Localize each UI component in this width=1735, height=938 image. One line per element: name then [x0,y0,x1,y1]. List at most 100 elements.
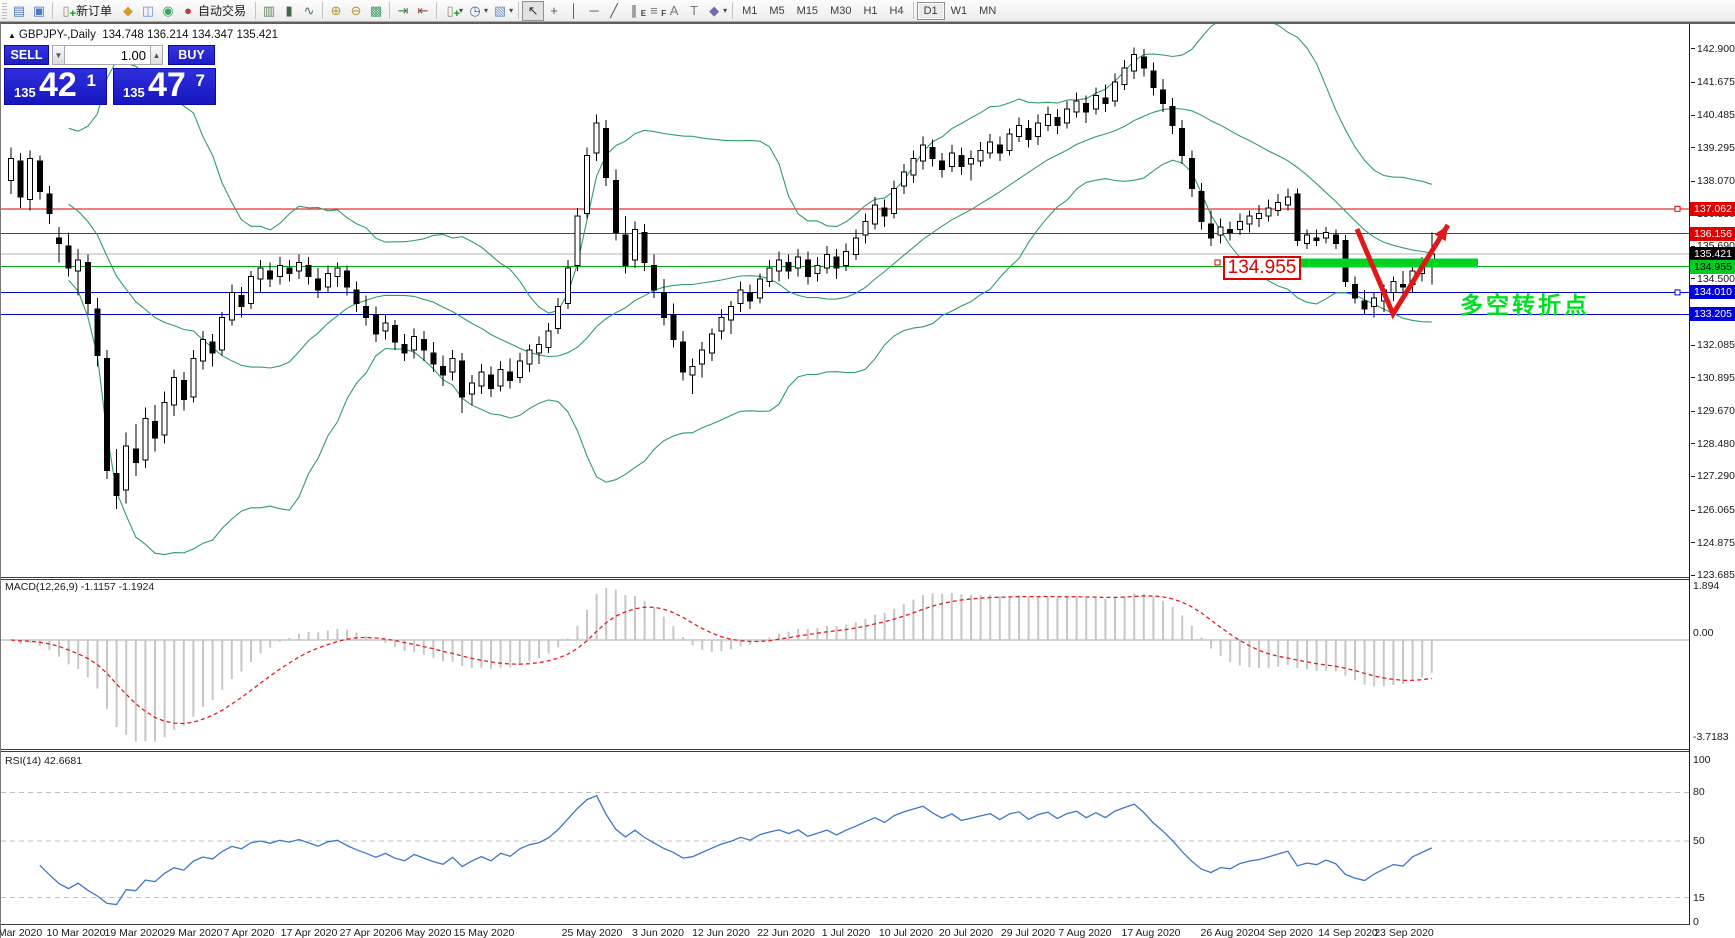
buy-price-main: 47 [148,66,186,104]
sell-button[interactable]: SELL [4,45,49,65]
new-chart-button[interactable]: ▯ + ▾ [440,1,465,21]
sell-price-pip: 1 [86,71,96,90]
profiles-clock-button[interactable]: ◷ ▾ [465,1,490,21]
autotrading-label: 自动交易 [198,4,247,18]
price-tick: 141.675 [1691,76,1735,89]
rsi-axis-label: 50 [1693,835,1705,847]
text-tool-icon: A [669,2,679,18]
buy-button[interactable]: BUY [168,45,215,65]
text-label-tool-icon: T [690,2,699,18]
zoom-out-icon: ⊖ [350,2,362,18]
volume-increase-button[interactable]: ▲ [150,45,163,65]
cursor-tool-button[interactable]: ↖ [522,0,545,21]
data-window-button[interactable]: ▣ [29,1,49,21]
rsi-label: RSI(14) 42.6681 [5,755,83,767]
chart-template-button[interactable]: ▧ ▾ [490,1,515,21]
buy-price-button[interactable]: 135 47 7 [113,66,216,105]
volume-decrease-button[interactable]: ▼ [52,45,65,65]
fibonacci-tool-button[interactable]: ≡ F [644,1,666,21]
new-order-button[interactable]: ▯ + 新订单 [56,1,118,21]
autotrading-icon: ● [184,2,192,18]
toolbar-separator [732,2,734,19]
metaeditor-button[interactable]: ◫ [138,1,158,21]
arrows-tool-button[interactable]: ◆ ▾ [704,1,729,21]
price-tick: 134.500 [1691,272,1735,285]
date-label: 12 Jun 2020 [692,927,750,938]
rsi-axis-label: 80 [1693,786,1705,799]
chart-shift-button[interactable]: ⇤ [413,1,433,21]
pane-separator-rsi[interactable] [1,749,1690,752]
chart-ohlc-values: 134.748 136.214 134.347 135.421 [102,29,279,41]
turning-point-annotation[interactable]: 多空转折点 [1460,286,1590,320]
tile-windows-button[interactable]: ▩ [366,1,386,21]
timeframe-h1-button[interactable]: H1 [857,2,883,20]
date-label: 4 Sep 2020 [1259,927,1313,938]
new-order-icon: ▯ + [62,2,76,20]
timeframe-h4-button[interactable]: H4 [884,2,910,20]
macd-axis-label: 1.894 [1693,580,1720,592]
collapse-icon[interactable]: ▲ [8,31,16,40]
price-annotation-label[interactable]: 134.955 [1223,256,1301,280]
date-label: 1 Jul 2020 [821,927,871,938]
sell-price-button[interactable]: 135 42 1 [4,66,107,105]
rsi-pane[interactable] [1,753,1689,924]
price-marker-136.156: 136.156 [1690,226,1735,241]
zoom-out-button[interactable]: ⊖ [346,1,366,21]
arrows-tool-dropdown-icon[interactable]: ▾ [723,6,727,15]
date-label: 10 Mar 2020 [46,927,106,938]
profiles-clock-icon: ◷ [469,2,481,18]
macd-pane[interactable] [1,580,1689,748]
text-label-tool-button[interactable]: T [684,1,704,21]
candlestick-mode-button[interactable]: ▮ [279,1,299,21]
timeframe-m30-button[interactable]: M30 [824,2,857,20]
date-label: 6 May 2020 [396,927,452,938]
price-chart[interactable] [1,24,1689,577]
rsi-axis-label: 100 [1693,754,1711,766]
vertical-line-tool-button[interactable]: │ [564,1,584,21]
chart-template-dropdown-icon[interactable]: ▾ [509,6,513,15]
chart-shift-icon: ⇤ [417,2,429,18]
styles-brush-button[interactable]: ◆ [118,1,138,21]
signals-icon: ◉ [162,2,174,18]
price-tick: 129.670 [1691,405,1735,418]
rsi-axis-label: 0 [1693,916,1699,928]
date-label: 7 Aug 2020 [1058,927,1112,938]
timeframe-m5-button[interactable]: M5 [763,2,790,20]
one-click-trading-panel: SELL ▼ ▲ BUY 135 42 1 135 47 7 [4,45,218,105]
text-tool-button[interactable]: A [664,1,684,21]
chart-symbol-label: GBPJPY-,Daily [18,29,96,41]
date-label: 15 May 2020 [453,927,515,938]
timeframe-m15-button[interactable]: M15 [791,2,824,20]
rsi-axis-label: 15 [1693,891,1705,904]
auto-scroll-button[interactable]: ⇥ [393,1,413,21]
market-watch-icon: ▤ [12,2,26,18]
toolbar-separator [518,2,520,19]
timeframe-mn-button[interactable]: MN [973,2,1002,20]
horizontal-line-tool-icon: ─ [589,2,599,18]
auto-scroll-icon: ⇥ [397,2,409,18]
trendline-tool-button[interactable]: ╱ [604,1,624,21]
timeframe-d1-button[interactable]: D1 [916,1,945,20]
profiles-clock-dropdown-icon[interactable]: ▾ [484,6,488,15]
crosshair-tool-button[interactable]: + [544,1,564,21]
volume-input[interactable] [65,45,150,65]
chart-header: ▲ GBPJPY-,Daily 134.748 136.214 134.347 1… [8,29,278,41]
horizontal-line-tool-button[interactable]: ─ [584,1,604,21]
bar-chart-mode-button[interactable]: ▥ [259,1,279,21]
date-label: 25 May 2020 [561,927,623,938]
signals-button[interactable]: ◉ [158,1,178,21]
timeframe-w1-button[interactable]: W1 [945,2,974,20]
zoom-in-button[interactable]: ⊕ [326,1,346,21]
equidistant-channel-tool-button[interactable]: ∥ E [624,1,646,21]
line-chart-mode-button[interactable]: ∿ [299,1,319,21]
market-watch-button[interactable]: ▤ [9,1,29,21]
metatrader-window: ▤ ▣ ▯ + 新订单 ◆ ◫ ◉ ● 自动交易 ▥ ▮ ∿ ⊕ ⊖ ▩ ⇥ ⇤ ▯ + ▾ ◷ ▾ ▧ ▾ ↖ + │ ─ ╱ ∥ E ≡ F A… [0,0,1735,938]
price-marker-137.062: 137.062 [1690,201,1735,216]
date-label: 23 Sep 2020 [1374,927,1434,938]
timeframe-m1-button[interactable]: M1 [736,2,763,20]
arrows-tool-icon: ◆ [709,2,720,18]
price-axis-line [1689,24,1690,924]
new-order-label: 新订单 [76,4,113,18]
toolbar-separator [436,2,438,19]
autotrading-button[interactable]: ● 自动交易 [178,1,252,21]
